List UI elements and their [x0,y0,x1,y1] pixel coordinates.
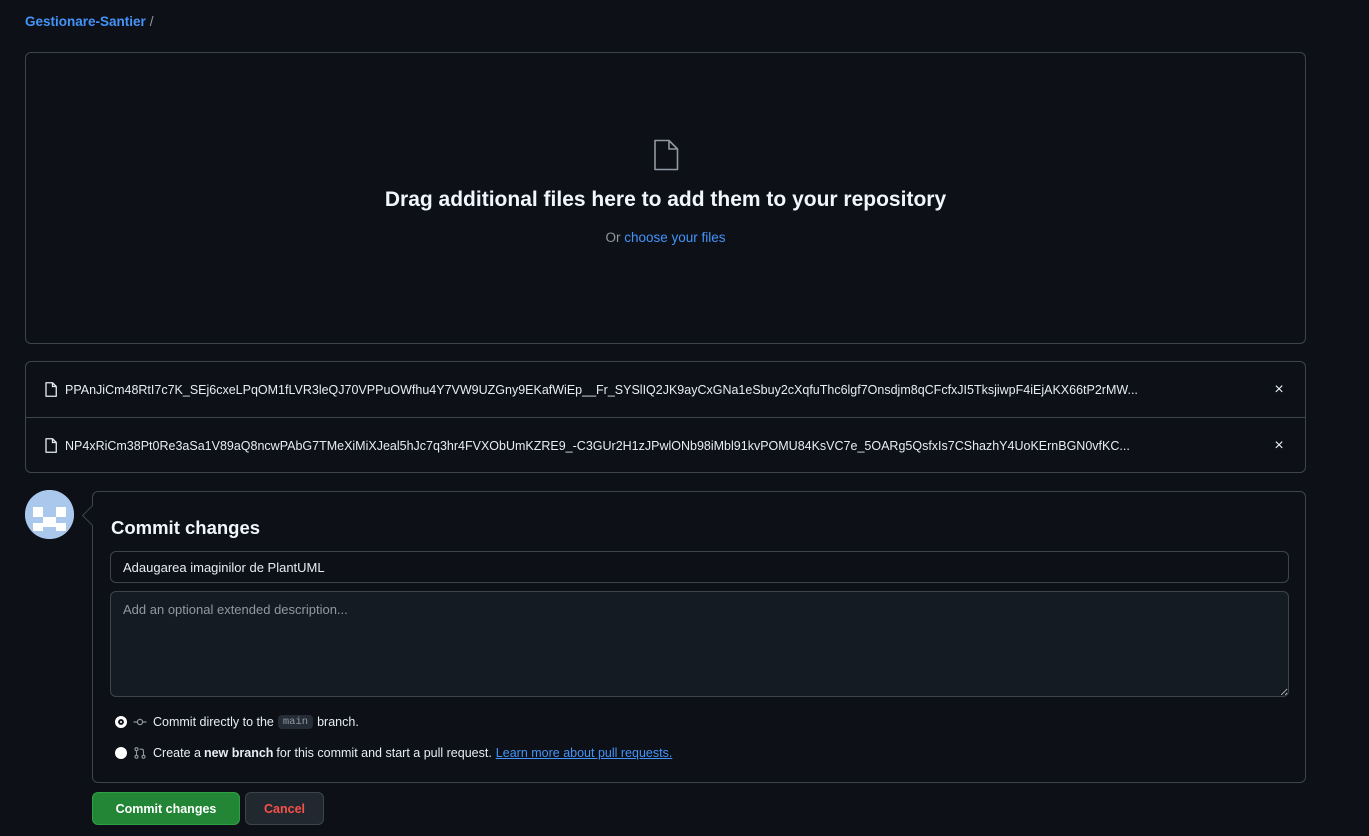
new-branch-option[interactable]: Create a new branch for this commit and … [115,746,672,760]
new-branch-suffix: for this commit and start a pull request… [276,746,492,760]
dropzone-headline: Drag additional files here to add them t… [384,188,947,211]
commit-direct-radio[interactable] [115,716,127,728]
commit-form: Commit changes Commit directly to the ma… [92,491,1306,783]
file-icon [654,139,679,171]
file-dropzone[interactable]: Drag additional files here to add them t… [25,52,1306,344]
new-branch-bold: new branch [203,746,274,760]
cancel-button[interactable]: Cancel [245,792,324,825]
remove-file-icon[interactable]: × [1271,437,1287,454]
dropzone-sub-prefix: Or [605,230,621,245]
uploaded-file-list: PPAnJiCm48RtI7c7K_SEj6cxeLPqOM1fLVR3leQJ… [25,361,1306,473]
file-row: NP4xRiCm38Pt0Re3aSa1V89aQ8ncwPAbG7TMeXiM… [26,417,1305,472]
git-pull-request-icon [134,747,146,759]
identicon-image [25,490,74,539]
dropzone-subtext: Or choose your files [26,230,1305,245]
commit-direct-prefix: Commit directly to the [153,715,274,729]
new-branch-radio[interactable] [115,747,127,759]
new-branch-prefix: Create a [153,746,201,760]
git-commit-icon [133,718,147,726]
commit-changes-button[interactable]: Commit changes [92,792,240,825]
avatar[interactable] [25,490,74,539]
commit-summary-input[interactable] [110,551,1289,583]
breadcrumb: Gestionare-Santier / [25,14,154,29]
repo-link[interactable]: Gestionare-Santier [25,14,146,29]
commit-form-title: Commit changes [111,517,261,538]
learn-more-pull-requests-link[interactable]: Learn more about pull requests. [496,746,673,760]
remove-file-icon[interactable]: × [1271,381,1287,398]
breadcrumb-separator: / [149,14,154,29]
file-name: PPAnJiCm48RtI7c7K_SEj6cxeLPqOM1fLVR3leQJ… [65,382,1138,397]
file-name: NP4xRiCm38Pt0Re3aSa1V89aQ8ncwPAbG7TMeXiM… [65,438,1130,453]
file-row: PPAnJiCm48RtI7c7K_SEj6cxeLPqOM1fLVR3leQJ… [26,362,1305,417]
file-icon [45,438,57,453]
branch-name: main [277,715,314,729]
commit-description-input[interactable] [110,591,1289,697]
commit-direct-suffix: branch. [317,715,359,729]
commit-direct-option[interactable]: Commit directly to the main branch. [115,715,359,729]
choose-files-link[interactable]: choose your files [624,230,725,245]
file-icon [45,382,57,397]
